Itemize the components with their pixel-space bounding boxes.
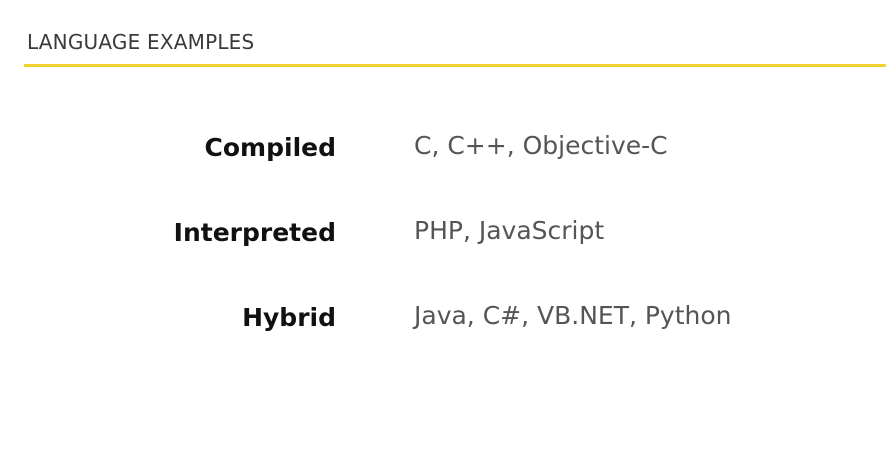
language-examples-list: Compiled C, C++, Objective-C Interpreted…: [0, 0, 893, 453]
category-label: Interpreted: [173, 218, 336, 247]
slide: LANGUAGE EXAMPLES Compiled C, C++, Objec…: [0, 0, 893, 453]
category-label: Compiled: [204, 133, 336, 162]
list-item-hybrid: Hybrid Java, C#, VB.NET, Python: [0, 298, 893, 338]
language-list: Java, C#, VB.NET, Python: [414, 301, 732, 330]
category-label: Hybrid: [242, 303, 336, 332]
language-list: PHP, JavaScript: [414, 216, 605, 245]
language-list: C, C++, Objective-C: [414, 131, 668, 160]
list-item-interpreted: Interpreted PHP, JavaScript: [0, 213, 893, 253]
list-item-compiled: Compiled C, C++, Objective-C: [0, 128, 893, 168]
